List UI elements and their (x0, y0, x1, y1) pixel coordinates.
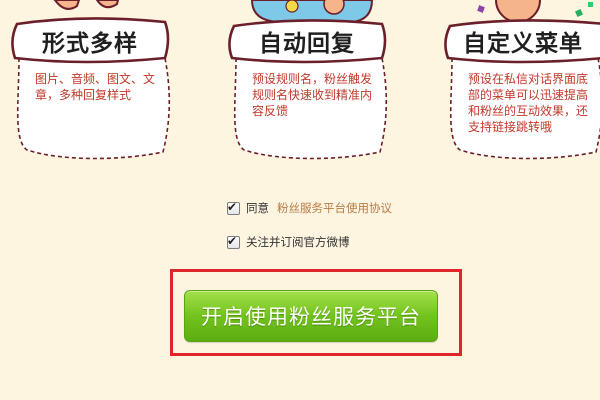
feature-title: 自定义菜单 (463, 30, 583, 57)
feature-description: 预设在私信对话界面底部的菜单可以迅速提高和粉丝的互动效果，还支持链接跳转哦 (468, 72, 589, 134)
follow-weibo-label: 关注并订阅官方微博 (246, 235, 350, 249)
feature-card-diverse-formats: 形式多样 图片、音频、图文、文章，多种回复样式 (5, 0, 175, 160)
agree-terms-row: ✔ 同意 粉丝服务平台使用协议 (227, 200, 392, 216)
feature-title: 自动回复 (259, 30, 355, 57)
feature-description: 预设规则名，粉丝触发规则名快速收到精准内容反馈 (252, 72, 373, 118)
checkmark-icon: ✔ (227, 199, 238, 214)
feature-title: 形式多样 (42, 30, 138, 57)
start-fan-service-button[interactable]: 开启使用粉丝服务平台 (184, 290, 438, 342)
feature-card-custom-menu: 自定义菜单 预设在私信对话界面底部的菜单可以迅速提高和粉丝的互动效果，还支持链接… (438, 0, 600, 160)
feature-description: 图片、音频、图文、文章，多种回复样式 (35, 72, 156, 102)
checkmark-icon: ✔ (227, 233, 238, 248)
agree-terms-checkbox[interactable]: ✔ (227, 199, 240, 215)
feature-card-auto-reply: 自动回复 预设规则名，粉丝触发规则名快速收到精准内容反馈 (222, 0, 392, 160)
follow-weibo-checkbox[interactable]: ✔ (227, 233, 240, 249)
agree-label: 同意 (246, 201, 269, 215)
terms-of-use-link[interactable]: 粉丝服务平台使用协议 (277, 200, 392, 216)
follow-weibo-row: ✔ 关注并订阅官方微博 (227, 234, 350, 250)
